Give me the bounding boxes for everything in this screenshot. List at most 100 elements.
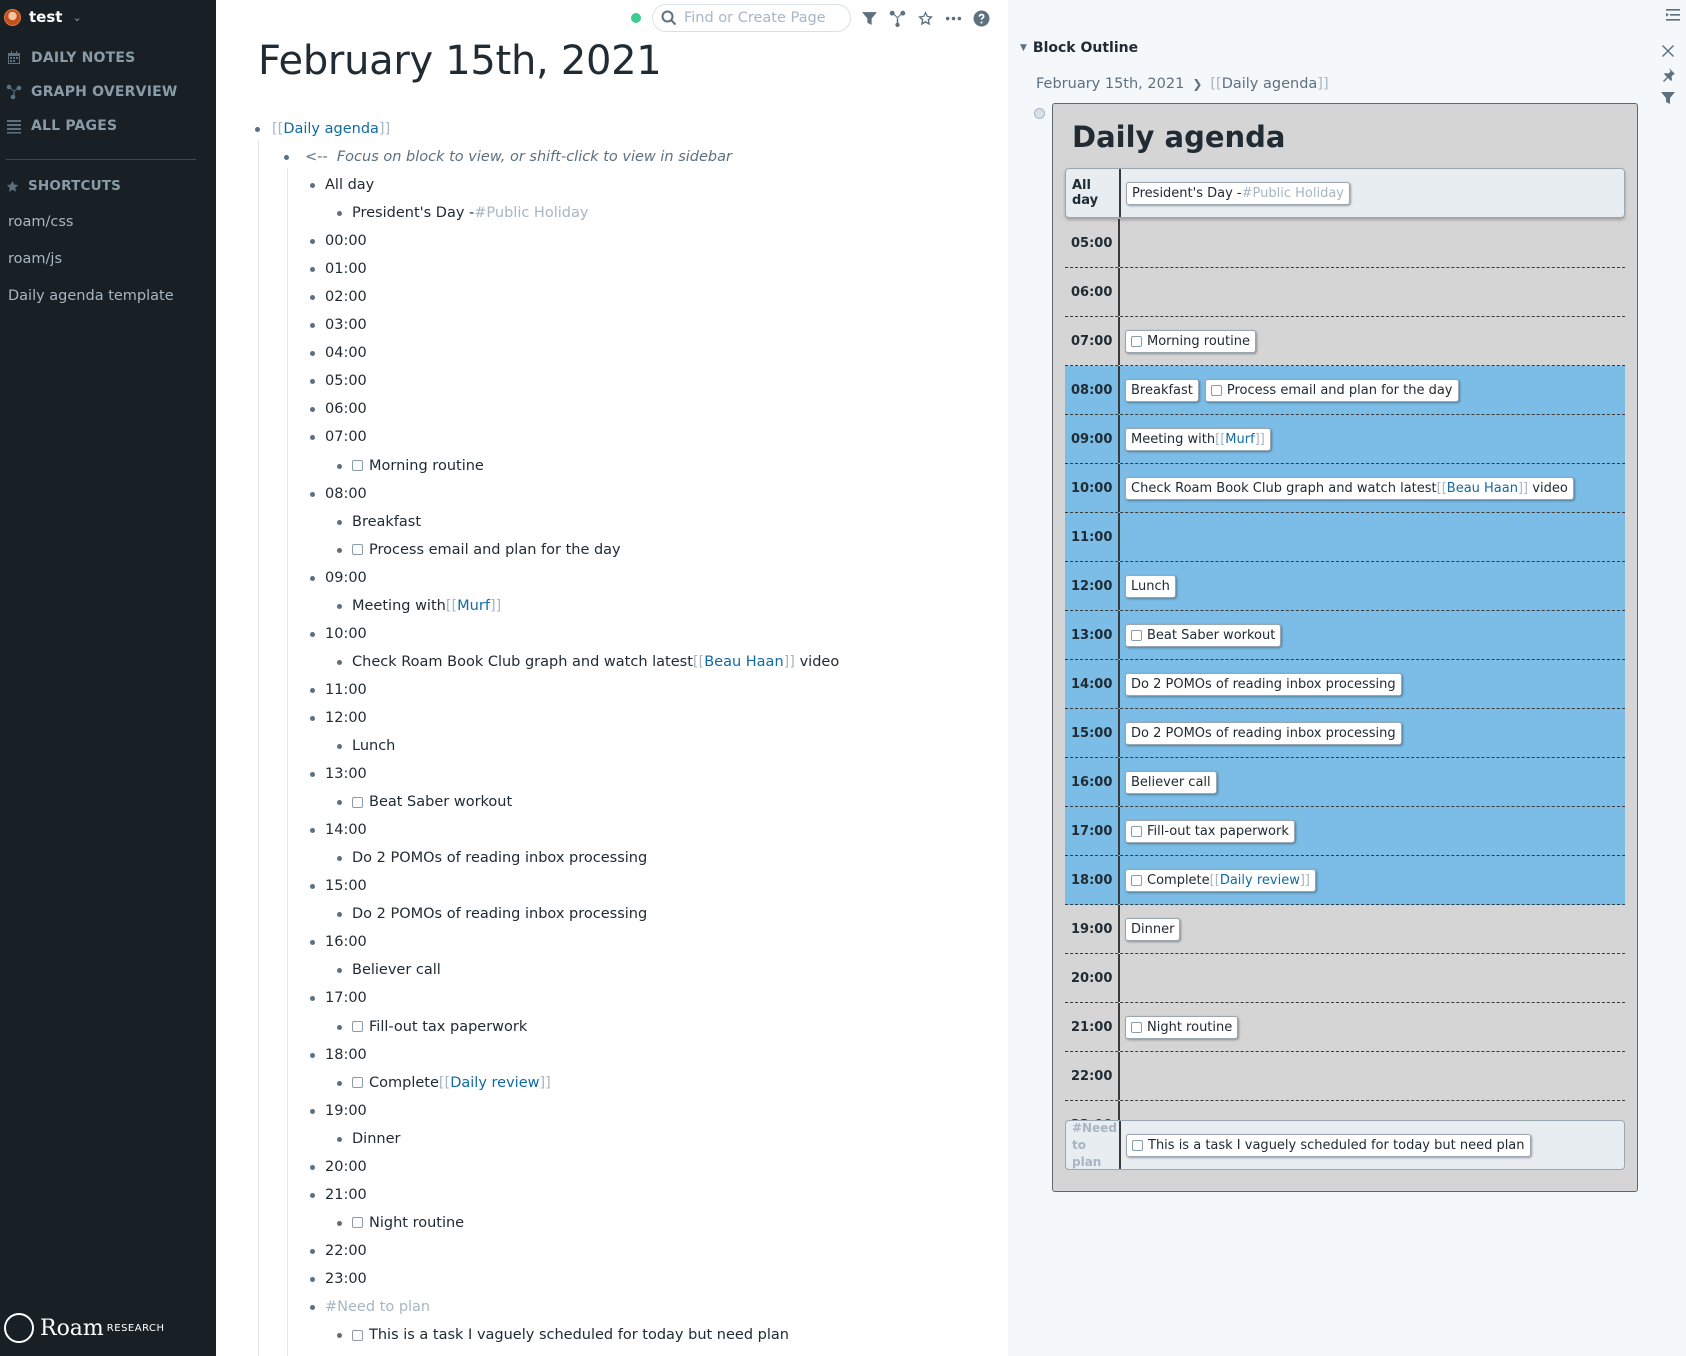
checkbox[interactable] [352,1077,363,1089]
breadcrumb-block[interactable]: [[Daily agenda]] [1210,76,1328,92]
agenda-chip[interactable]: Believer call [1125,770,1217,794]
checkbox[interactable] [1210,384,1222,396]
child-block[interactable]: Beat Saber workout [352,791,512,813]
child-block[interactable]: Morning routine [352,455,484,477]
child-block[interactable]: Do 2 POMOs of reading inbox processing [352,847,647,869]
agenda-chip[interactable]: Beat Saber workout [1125,623,1282,647]
child-block[interactable]: This is a task I vaguely scheduled for t… [352,1324,789,1346]
time-block[interactable]: 15:00 [325,875,367,897]
block-bullet[interactable] [1034,108,1045,119]
time-block[interactable]: 23:00 [325,1268,367,1290]
block-bullet[interactable] [310,1052,315,1058]
page-ref[interactable]: [[Beau Haan]] [1437,481,1529,496]
time-block[interactable]: 14:00 [325,819,367,841]
block-bullet[interactable] [337,1220,342,1226]
checkbox[interactable] [1131,825,1142,837]
checkbox[interactable] [352,1021,363,1032]
nav-all-pages[interactable]: ALL PAGES [6,118,117,134]
checkbox[interactable] [1131,874,1142,886]
time-block[interactable]: 04:00 [325,342,367,364]
checkbox[interactable] [352,1329,363,1341]
time-block[interactable]: 18:00 [325,1044,367,1066]
roam-logo[interactable]: Roam RESEARCH [4,1313,165,1343]
block-bullet[interactable] [310,715,315,721]
child-block[interactable]: Night routine [352,1212,464,1234]
block-bullet[interactable] [310,491,315,497]
shortcut-roam-js[interactable]: roam/js [8,251,62,267]
time-block[interactable]: 00:00 [325,230,367,252]
block-bullet[interactable] [310,996,315,1002]
page-ref[interactable]: [[Daily review]] [439,1075,551,1091]
block-bullet[interactable] [310,183,315,188]
block-bullet[interactable] [310,1305,315,1310]
pin-icon[interactable] [1660,67,1676,83]
nav-graph-overview[interactable]: GRAPH OVERVIEW [6,84,178,100]
close-icon[interactable] [1660,43,1676,59]
child-block[interactable]: Dinner [352,1128,400,1150]
block-bullet[interactable] [310,884,315,890]
agenda-chip[interactable]: Dinner [1125,917,1181,941]
checkbox[interactable] [352,460,363,471]
block-bullet[interactable] [310,828,315,834]
time-block[interactable]: 09:00 [325,567,367,589]
time-block[interactable]: 02:00 [325,286,367,308]
time-block[interactable]: 11:00 [325,679,367,701]
user-menu[interactable]: test ⌄ [4,8,82,26]
agenda-chip[interactable]: Check Roam Book Club graph and watch lat… [1125,476,1574,500]
block-bullet[interactable] [310,295,315,301]
time-block[interactable]: 22:00 [325,1240,367,1262]
block-bullet[interactable] [337,211,342,217]
time-block[interactable]: 08:00 [325,483,367,505]
agenda-chip[interactable]: Complete [[Daily review]] [1125,868,1316,892]
block-bullet[interactable] [310,407,315,413]
block-bullet[interactable] [337,1024,342,1030]
child-block[interactable]: Breakfast [352,511,421,533]
star-icon[interactable] [916,9,934,27]
breadcrumb-page[interactable]: February 15th, 2021 [1036,76,1184,92]
block-bullet[interactable] [337,519,342,525]
block-bullet[interactable] [337,912,342,918]
block-bullet[interactable] [310,1276,315,1282]
tag-link[interactable]: #Public Holiday [1242,186,1344,201]
block-bullet[interactable] [337,744,342,749]
child-block[interactable]: Do 2 POMOs of reading inbox processing [352,903,647,925]
checkbox[interactable] [352,544,363,556]
graph-icon[interactable] [889,9,907,27]
time-block[interactable]: 19:00 [325,1100,367,1122]
time-block[interactable]: 12:00 [325,707,367,729]
checkbox[interactable] [1131,1021,1142,1033]
agenda-chip[interactable]: Lunch [1125,574,1176,598]
block-bullet[interactable] [310,1108,315,1114]
page-ref[interactable]: [[Beau Haan]] [693,654,795,670]
checkbox[interactable] [1132,1139,1143,1151]
agenda-chip[interactable]: Morning routine [1125,329,1256,353]
block-bullet[interactable] [310,772,315,778]
block-bullet[interactable] [284,155,289,160]
block-bullet[interactable] [310,379,315,385]
time-block[interactable]: 17:00 [325,987,367,1009]
block-bullet[interactable] [310,323,315,329]
block-bullet[interactable] [310,435,315,441]
shortcut-daily-agenda-template[interactable]: Daily agenda template [8,288,174,304]
child-block[interactable]: President's Day - #Public Holiday [352,202,588,224]
filter-icon[interactable] [1660,90,1676,106]
agenda-chip[interactable]: Do 2 POMOs of reading inbox processing [1125,721,1402,745]
block-bullet[interactable] [310,1248,315,1254]
time-block[interactable]: All day [325,174,374,196]
more-icon[interactable] [944,9,962,27]
agenda-chip[interactable]: This is a task I vaguely scheduled for t… [1126,1133,1531,1157]
agenda-chip[interactable]: Do 2 POMOs of reading inbox processing [1125,672,1402,696]
block-bullet[interactable] [337,547,342,553]
block-bullet[interactable] [310,239,315,245]
block-bullet[interactable] [310,687,315,693]
page-ref[interactable]: [[Daily agenda]] [272,121,390,137]
time-block[interactable]: 16:00 [325,931,367,953]
agenda-chip[interactable]: Fill-out tax paperwork [1125,819,1295,843]
checkbox[interactable] [352,1217,363,1229]
block-bullet[interactable] [337,603,342,609]
child-block[interactable]: Complete [[Daily review]] [352,1072,551,1094]
time-block[interactable]: 07:00 [325,426,367,448]
nav-daily-notes[interactable]: DAILY NOTES [6,50,135,66]
agenda-chip[interactable]: Process email and plan for the day [1204,378,1459,402]
time-block[interactable]: 03:00 [325,314,367,336]
